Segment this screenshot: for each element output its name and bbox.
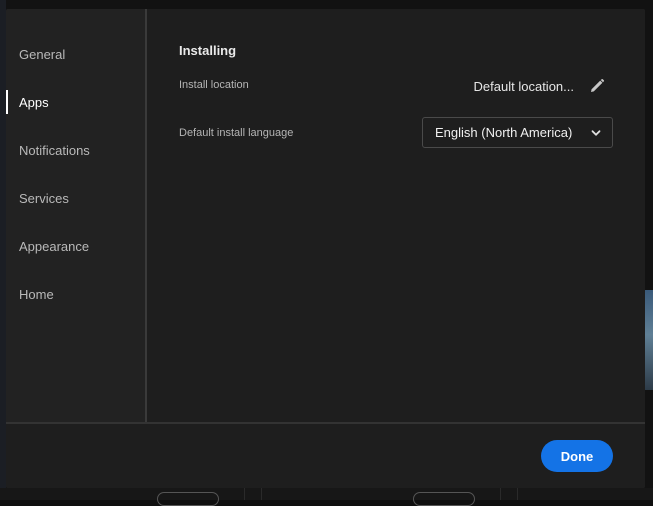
preferences-content: Installing Install location Default loca…: [147, 9, 645, 422]
sidebar-item-label: Home: [19, 287, 54, 302]
preferences-sidebar: General Apps Notifications Services Appe…: [6, 9, 147, 422]
sidebar-item-label: General: [19, 47, 65, 62]
sidebar-item-notifications[interactable]: Notifications: [6, 134, 145, 166]
background-divider: [261, 488, 262, 500]
background-divider: [500, 488, 501, 500]
install-location-label: Install location: [179, 79, 249, 91]
background-divider: [244, 488, 245, 500]
install-language-label: Default install language: [179, 127, 293, 139]
chevron-down-icon: [590, 127, 602, 139]
install-language-select[interactable]: English (North America): [422, 117, 613, 148]
background-pill: [157, 492, 219, 506]
pencil-icon: [589, 78, 605, 94]
background-divider: [517, 488, 518, 500]
background-thumbnail: [644, 290, 653, 390]
sidebar-item-home[interactable]: Home: [6, 278, 145, 310]
background-pill: [413, 492, 475, 506]
edit-location-button[interactable]: [587, 76, 607, 96]
dialog-footer: Done: [6, 422, 645, 488]
preferences-dialog: General Apps Notifications Services Appe…: [6, 9, 645, 488]
sidebar-item-general[interactable]: General: [6, 38, 145, 70]
sidebar-item-services[interactable]: Services: [6, 182, 145, 214]
sidebar-item-label: Appearance: [19, 239, 89, 254]
sidebar-item-apps[interactable]: Apps: [6, 86, 145, 118]
done-button[interactable]: Done: [541, 440, 613, 472]
sidebar-item-label: Notifications: [19, 143, 90, 158]
background-strip: [0, 488, 653, 500]
sidebar-item-label: Apps: [19, 95, 49, 110]
sidebar-item-appearance[interactable]: Appearance: [6, 230, 145, 262]
sidebar-item-label: Services: [19, 191, 69, 206]
section-title: Installing: [179, 43, 236, 58]
install-location-value[interactable]: Default location...: [474, 79, 574, 94]
install-language-value: English (North America): [435, 125, 572, 140]
